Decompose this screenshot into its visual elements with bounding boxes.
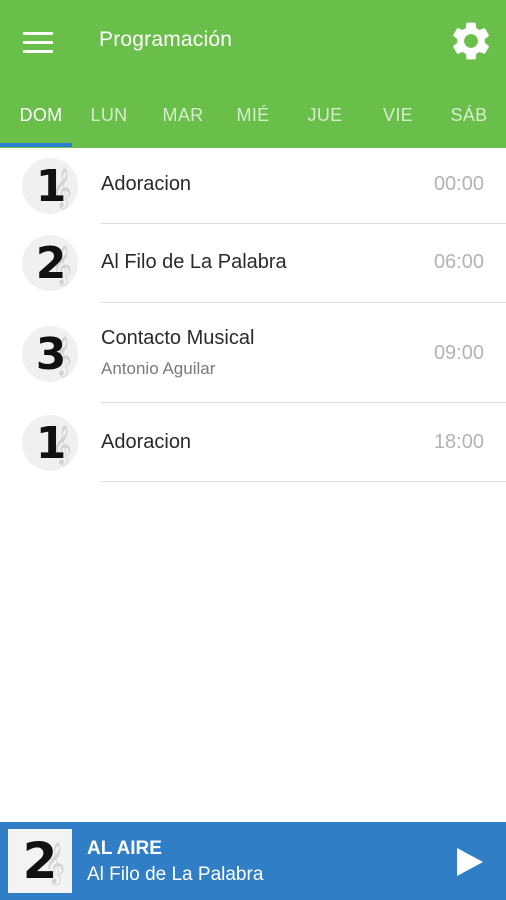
program-name: Adoracion: [101, 431, 192, 453]
tab-dom[interactable]: DOM: [0, 82, 82, 148]
program-badge: 𝄞 2: [22, 235, 78, 291]
program-name: Adoracion: [101, 173, 192, 195]
program-badge: 𝄞 3: [22, 326, 78, 382]
program-time: 18:00: [433, 431, 484, 453]
program-name: Contacto Musical: [101, 327, 255, 349]
program-badge-number: 3: [35, 328, 67, 380]
list-item[interactable]: 𝄞 2 Al Filo de La Palabra 06:00: [0, 224, 506, 303]
program-time: 09:00: [433, 342, 484, 364]
play-icon[interactable]: [450, 842, 490, 882]
program-badge: 𝄞 1: [22, 158, 78, 214]
day-tabs: DOM LUN MAR MIÉ JUE VIE SÁB: [0, 82, 506, 148]
program-time: 00:00: [433, 173, 484, 195]
active-tab-indicator: [0, 143, 72, 147]
program-badge-number: 2: [35, 237, 67, 289]
now-playing-title: Al Filo de La Palabra: [87, 864, 264, 885]
on-air-label: AL AIRE: [87, 838, 162, 859]
tab-jue[interactable]: JUE: [288, 82, 362, 148]
now-playing-badge-number: 2: [22, 832, 58, 890]
program-badge-number: 1: [35, 417, 67, 469]
list-item[interactable]: 𝄞 1 Adoracion 18:00: [0, 403, 506, 482]
toolbar: Programación: [0, 0, 506, 82]
tab-lun[interactable]: LUN: [72, 82, 146, 148]
program-name: Al Filo de La Palabra: [101, 251, 287, 273]
list-item[interactable]: 𝄞 1 Adoracion 00:00: [0, 148, 506, 224]
now-playing-thumbnail: 𝄞 2: [8, 829, 72, 893]
program-host: Antonio Aguilar: [101, 359, 216, 378]
app-bar: Programación DOM LUN MAR MIÉ JUE VIE SÁB: [0, 0, 506, 148]
tab-mar[interactable]: MAR: [146, 82, 220, 148]
divider: [101, 481, 506, 482]
menu-icon[interactable]: [18, 22, 62, 62]
tab-mie[interactable]: MIÉ: [216, 82, 290, 148]
gear-icon[interactable]: [448, 18, 494, 64]
now-playing-bar[interactable]: 𝄞 2 AL AIRE Al Filo de La Palabra: [0, 822, 506, 900]
program-badge-number: 1: [35, 160, 67, 212]
list-item[interactable]: 𝄞 3 Contacto Musical Antonio Aguilar 09:…: [0, 303, 506, 403]
program-time: 06:00: [433, 251, 484, 273]
schedule-list: 𝄞 1 Adoracion 00:00 𝄞 2 Al Filo de La Pa…: [0, 148, 506, 482]
tab-sab[interactable]: SÁB: [432, 82, 506, 148]
tab-vie[interactable]: VIE: [361, 82, 435, 148]
page-title: Programación: [99, 28, 233, 51]
program-badge: 𝄞 1: [22, 415, 78, 471]
